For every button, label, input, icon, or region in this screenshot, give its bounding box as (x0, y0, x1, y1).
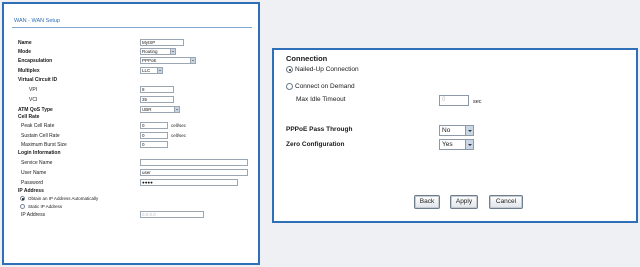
name-row: Name MyISP (4, 39, 258, 48)
password-input[interactable]: ●●●● (140, 179, 238, 186)
user-row: User Name user (4, 169, 258, 178)
scr-row: Sustain Cell Rate 0 cell/sec (4, 132, 258, 141)
vc-section-label: Virtual Circuit ID (18, 77, 58, 83)
zero-config-value: Yes (442, 141, 453, 148)
pppoe-pass-select[interactable]: No (439, 125, 474, 136)
vpi-input[interactable]: 8 (140, 86, 174, 93)
panel-title: WAN - WAN Setup (14, 18, 61, 24)
qos-select[interactable]: UBR (140, 106, 180, 113)
user-input[interactable]: user (140, 169, 248, 176)
mbs-row: Maximum Burst Size 0 (4, 141, 258, 150)
vci-input[interactable]: 35 (140, 96, 174, 103)
chevron-down-icon (465, 126, 473, 135)
vci-row: VCI 35 (4, 96, 258, 105)
chevron-down-icon (157, 68, 162, 73)
encap-select-value: PPPoE (142, 58, 157, 63)
scr-label: Sustain Cell Rate (21, 133, 60, 139)
chevron-down-icon (465, 140, 473, 149)
title-divider (12, 27, 252, 28)
mode-select-value: Routing (142, 49, 158, 54)
name-input[interactable]: MyISP (140, 39, 184, 46)
nailed-up-radio[interactable] (286, 66, 293, 73)
cell-rate-label: Cell Rate (18, 114, 40, 120)
wan-setup-panel: WAN - WAN Setup Name MyISP Mode Routing … (2, 2, 260, 265)
scr-unit: cell/sec (171, 133, 187, 138)
qos-select-value: UBR (142, 107, 152, 112)
ip-static-radio[interactable] (20, 204, 25, 209)
zero-config-label: Zero Configuration (286, 141, 345, 148)
pcr-input[interactable]: 0 (140, 122, 168, 129)
on-demand-radio[interactable] (286, 83, 293, 90)
mode-label: Mode (18, 49, 32, 55)
back-button[interactable]: Back (414, 195, 440, 209)
chevron-down-icon (190, 58, 195, 63)
ip-address-row: IP Address 0.0.0.0 (4, 211, 258, 220)
mode-row: Mode Routing (4, 48, 258, 57)
login-section-label: Login Information (18, 150, 61, 156)
pppoe-pass-label: PPPoE Pass Through (286, 126, 353, 133)
mux-label: Multiplex (18, 68, 40, 74)
mux-row: Multiplex LLC (4, 67, 258, 76)
encap-select[interactable]: PPPoE (140, 57, 196, 64)
idle-timeout-label: Max Idle Timeout (296, 96, 346, 103)
password-row: Password ●●●● (4, 179, 258, 188)
mode-select[interactable]: Routing (140, 48, 176, 55)
service-row: Service Name (4, 159, 258, 168)
encap-row: Encapsulation PPPoE (4, 57, 258, 66)
on-demand-label: Connect on Demand (295, 83, 355, 90)
apply-button[interactable]: Apply (450, 195, 478, 209)
name-label: Name (18, 40, 32, 46)
nailed-up-label: Nailed-Up Connection (295, 66, 359, 73)
scr-input[interactable]: 0 (140, 132, 168, 139)
idle-timeout-input[interactable]: 0 (439, 95, 469, 106)
mbs-label: Maximum Burst Size (21, 142, 67, 148)
cancel-button[interactable]: Cancel (489, 195, 523, 209)
ip-section-label: IP Address (18, 188, 44, 194)
service-label: Service Name (21, 160, 53, 166)
chevron-down-icon (170, 49, 175, 54)
connection-panel: Connection Nailed-Up Connection Connect … (272, 48, 638, 223)
qos-row: ATM QoS Type UBR (4, 106, 258, 115)
mbs-input[interactable]: 0 (140, 141, 168, 148)
pcr-row: Peak Cell Rate 0 cell/sec (4, 122, 258, 131)
mux-select[interactable]: LLC (140, 67, 163, 74)
ip-auto-label: Obtain an IP Address Automatically (28, 196, 99, 201)
ip-auto-radio[interactable] (20, 196, 25, 201)
chevron-down-icon (174, 107, 179, 112)
mux-select-value: LLC (142, 68, 151, 73)
service-input[interactable] (140, 159, 248, 166)
connection-heading: Connection (286, 54, 328, 63)
vpi-row: VPI 8 (4, 86, 258, 95)
encap-label: Encapsulation (18, 58, 53, 64)
ip-static-label: Static IP Address (28, 204, 63, 209)
ip-address-label: IP Address (21, 212, 46, 218)
idle-timeout-unit: sec (473, 99, 482, 105)
ip-address-input[interactable]: 0.0.0.0 (140, 211, 204, 218)
vci-label: VCI (29, 97, 38, 103)
zero-config-select[interactable]: Yes (439, 139, 474, 150)
vpi-label: VPI (29, 87, 38, 93)
qos-label: ATM QoS Type (18, 107, 53, 113)
pcr-label: Peak Cell Rate (21, 123, 55, 129)
user-label: User Name (21, 170, 47, 176)
pppoe-pass-value: No (442, 127, 451, 134)
pcr-unit: cell/sec (171, 123, 187, 128)
password-label: Password (21, 180, 43, 186)
